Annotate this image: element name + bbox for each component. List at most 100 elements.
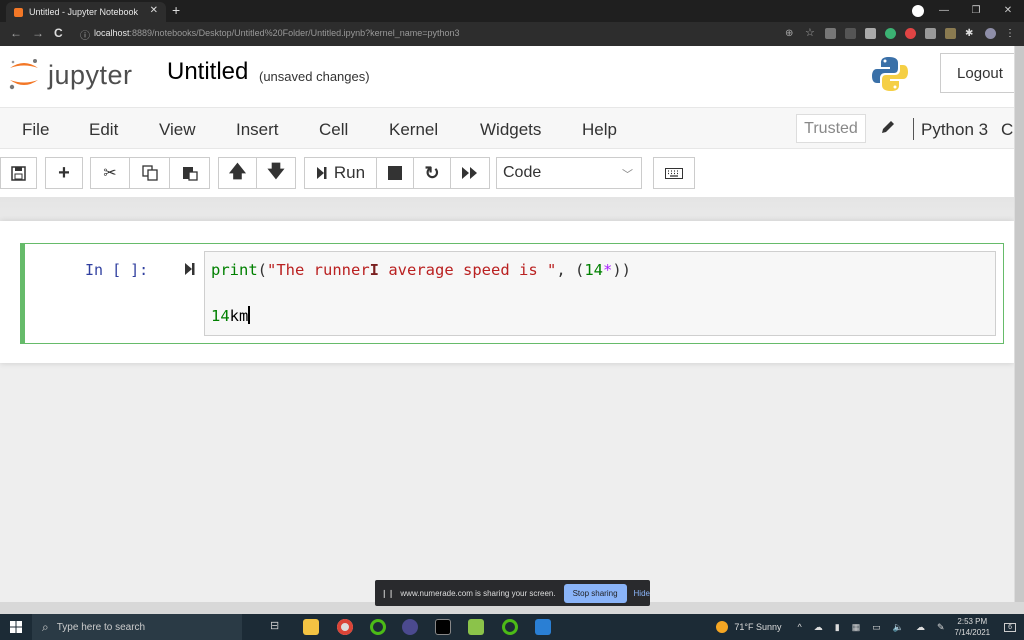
drag-handle-icon[interactable]: ❙❙: [381, 589, 394, 598]
interrupt-kernel-button[interactable]: [376, 157, 414, 189]
terminal-icon[interactable]: [435, 619, 451, 635]
browser-tab[interactable]: Untitled - Jupyter Notebook ✕: [6, 2, 166, 22]
pen-icon[interactable]: ✎: [937, 622, 945, 633]
notebook-title[interactable]: Untitled: [167, 58, 248, 86]
new-tab-button[interactable]: +: [172, 2, 180, 18]
paste-button[interactable]: [169, 157, 210, 189]
taskbar-clock[interactable]: 2:53 PM 7/14/2021: [955, 616, 991, 638]
menu-help[interactable]: Help: [582, 120, 617, 140]
url-path: :8889/notebooks/Desktop/Untitled%20Folde…: [129, 28, 460, 38]
extension-icon[interactable]: [945, 28, 956, 39]
scissors-icon: ✂: [103, 165, 117, 182]
display-icon[interactable]: ▭: [872, 622, 881, 633]
move-down-button[interactable]: 🡇: [256, 157, 296, 189]
onedrive-icon[interactable]: ☁: [814, 622, 823, 633]
jupyter-page: jupyter Untitled (unsaved changes) Logou…: [0, 46, 1014, 602]
more-menu-icon[interactable]: ⋮: [1005, 28, 1016, 39]
command-palette-button[interactable]: [653, 157, 695, 189]
jupyter-logo-icon: [9, 59, 38, 90]
run-label: Run: [333, 163, 366, 182]
media-control-icon[interactable]: [912, 5, 924, 17]
code-token: 14: [211, 307, 230, 325]
cast-icon[interactable]: [845, 28, 856, 39]
plus-icon: +: [58, 161, 70, 184]
trusted-indicator[interactable]: Trusted: [796, 114, 866, 143]
tray-overflow-icon[interactable]: ^: [798, 622, 802, 632]
code-line-1: print("The runnerI average speed is ", (…: [211, 261, 631, 279]
system-tray: 71°F Sunny ^ ☁ ▮ ▦ ▭ 🔈 ☁ ✎ 2:53 PM 7/14/…: [716, 614, 1024, 640]
site-info-icon[interactable]: ⓘ: [80, 27, 90, 42]
file-explorer-icon[interactable]: [303, 619, 319, 635]
restart-run-all-button[interactable]: [450, 157, 490, 189]
windows-start-icon[interactable]: [10, 621, 22, 633]
notification-center-icon[interactable]: 6: [1004, 622, 1016, 632]
move-up-button[interactable]: 🡅: [218, 157, 257, 189]
photos-icon[interactable]: [535, 619, 551, 635]
run-cell-icon[interactable]: [184, 262, 196, 276]
extension-icon[interactable]: [865, 28, 876, 39]
menu-edit[interactable]: Edit: [89, 120, 118, 140]
menu-view[interactable]: View: [159, 120, 196, 140]
restart-kernel-button[interactable]: ↻: [413, 157, 451, 189]
hide-banner-button[interactable]: Hide: [634, 589, 650, 598]
url-field[interactable]: localhost:8889/notebooks/Desktop/Untitle…: [94, 28, 460, 38]
menu-insert[interactable]: Insert: [236, 120, 279, 140]
code-editor[interactable]: print("The runnerI average speed is ", (…: [204, 251, 996, 336]
save-status: (unsaved changes): [259, 69, 370, 84]
extension-icon[interactable]: [925, 28, 936, 39]
restore-button[interactable]: ❐: [960, 0, 992, 22]
kernel-status-indicator: C: [1001, 120, 1014, 139]
menu-widgets[interactable]: Widgets: [480, 120, 541, 140]
logout-button[interactable]: Logout: [940, 53, 1014, 93]
profile-avatar[interactable]: [985, 28, 996, 39]
minimize-button[interactable]: —: [928, 0, 960, 22]
menu-cell[interactable]: Cell: [319, 120, 348, 140]
usb-icon[interactable]: ▮: [835, 622, 840, 633]
zoom-icon[interactable]: ⊕: [785, 28, 796, 39]
app-icon[interactable]: [468, 619, 484, 635]
clock-date: 7/14/2021: [954, 628, 991, 637]
network-warning-icon[interactable]: ▦: [852, 622, 861, 633]
extension-icon[interactable]: [825, 28, 836, 39]
save-button[interactable]: [0, 157, 37, 189]
save-icon: [11, 165, 26, 181]
insert-cell-button[interactable]: +: [45, 157, 83, 189]
app-icon[interactable]: [370, 619, 386, 635]
kernel-name[interactable]: Python 3: [921, 120, 988, 140]
cut-button[interactable]: ✂: [90, 157, 130, 189]
record-icon[interactable]: [905, 28, 916, 39]
close-tab-icon[interactable]: ✕: [150, 5, 158, 16]
code-token: 14: [584, 261, 603, 279]
menu-bar: File Edit View Insert Cell Kernel Widget…: [0, 107, 1014, 149]
jupyter-logo[interactable]: jupyter: [6, 54, 146, 94]
menu-kernel[interactable]: Kernel: [389, 120, 438, 140]
copy-button[interactable]: [129, 157, 170, 189]
back-button[interactable]: ←: [10, 26, 22, 40]
taskbar-search-input[interactable]: ⌕ Type here to search: [32, 614, 242, 640]
app-icon[interactable]: [502, 619, 518, 635]
volume-icon[interactable]: 🔈: [893, 622, 904, 633]
chrome-icon[interactable]: [337, 619, 353, 635]
eclipse-icon[interactable]: [402, 619, 418, 635]
extensions-puzzle-icon[interactable]: ✱: [965, 28, 976, 39]
stop-sharing-button[interactable]: Stop sharing: [563, 583, 627, 603]
code-cell[interactable]: In [ ]: print("The runnerI average speed…: [20, 243, 1004, 344]
cell-type-select[interactable]: Code ﹀: [496, 157, 642, 189]
bookmark-star-icon[interactable]: ☆: [805, 28, 816, 39]
close-window-button[interactable]: ✕: [992, 0, 1024, 22]
search-icon: ⌕: [42, 619, 49, 634]
reload-button[interactable]: C: [54, 26, 63, 40]
search-placeholder: Type here to search: [56, 621, 146, 633]
browser-tab-strip: Untitled - Jupyter Notebook ✕ + — ❐ ✕: [0, 0, 1024, 22]
vertical-scrollbar[interactable]: [1014, 46, 1024, 602]
forward-button[interactable]: →: [32, 26, 44, 40]
task-view-icon[interactable]: ⊟: [270, 619, 286, 635]
weather-text[interactable]: 71°F Sunny: [734, 622, 781, 632]
cell-type-value: Code: [503, 164, 542, 181]
grammarly-icon[interactable]: [885, 28, 896, 39]
weather-sun-icon: [716, 621, 729, 633]
menu-file[interactable]: File: [22, 120, 49, 140]
cloud-sync-icon[interactable]: ☁: [916, 622, 925, 633]
run-button[interactable]: Run: [304, 157, 377, 189]
code-token: average speed is ": [379, 261, 557, 279]
